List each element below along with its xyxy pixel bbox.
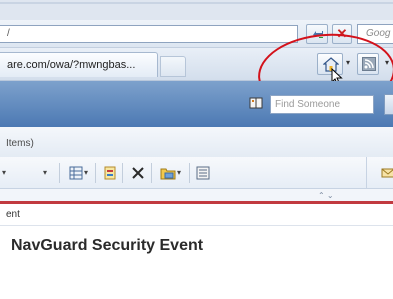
- toolbar-separator: [122, 163, 123, 183]
- toolbar-dropdown-arrow[interactable]: ▾: [43, 168, 47, 177]
- address-bar[interactable]: /: [0, 25, 298, 43]
- event-label: ent: [6, 209, 20, 220]
- folder-title-bar: [0, 127, 393, 157]
- move-dropdown-arrow[interactable]: ▾: [177, 168, 181, 177]
- view-dropdown-arrow[interactable]: ▾: [84, 168, 88, 177]
- move-to-folder-icon[interactable]: [160, 164, 176, 182]
- scroll-controls[interactable]: ⌃ ⌄: [318, 191, 334, 200]
- find-someone-placeholder: Find Someone: [275, 99, 341, 110]
- categorize-icon[interactable]: [103, 164, 117, 182]
- browser-tab-active[interactable]: are.com/owa/?mwngbas...: [0, 52, 158, 77]
- delete-icon[interactable]: [131, 164, 145, 182]
- toolbar-separator: [151, 163, 152, 183]
- address-text: /: [7, 28, 10, 39]
- toolbar-dropdown-arrow[interactable]: ▾: [2, 168, 6, 177]
- folder-list-icon[interactable]: [196, 164, 210, 182]
- search-placeholder: Goog: [366, 28, 391, 39]
- folder-item-count: Items): [6, 138, 34, 149]
- reading-pane-header: [0, 189, 393, 201]
- header-options-button[interactable]: [384, 94, 393, 115]
- view-icon[interactable]: [69, 164, 83, 182]
- new-tab-button[interactable]: [160, 56, 186, 77]
- toolbar-separator: [189, 163, 190, 183]
- browser-titlebar: [0, 0, 393, 20]
- message-list-row[interactable]: ent: [0, 204, 393, 226]
- toolbar-separator: [59, 163, 60, 183]
- address-book-icon[interactable]: [249, 96, 263, 110]
- toolbar-separator: [95, 163, 96, 183]
- find-someone-input[interactable]: Find Someone: [270, 95, 374, 114]
- tab-title: are.com/owa/?mwngbas...: [7, 59, 136, 71]
- message-subject: NavGuard Security Event: [11, 237, 204, 254]
- reply-icon[interactable]: [381, 165, 393, 179]
